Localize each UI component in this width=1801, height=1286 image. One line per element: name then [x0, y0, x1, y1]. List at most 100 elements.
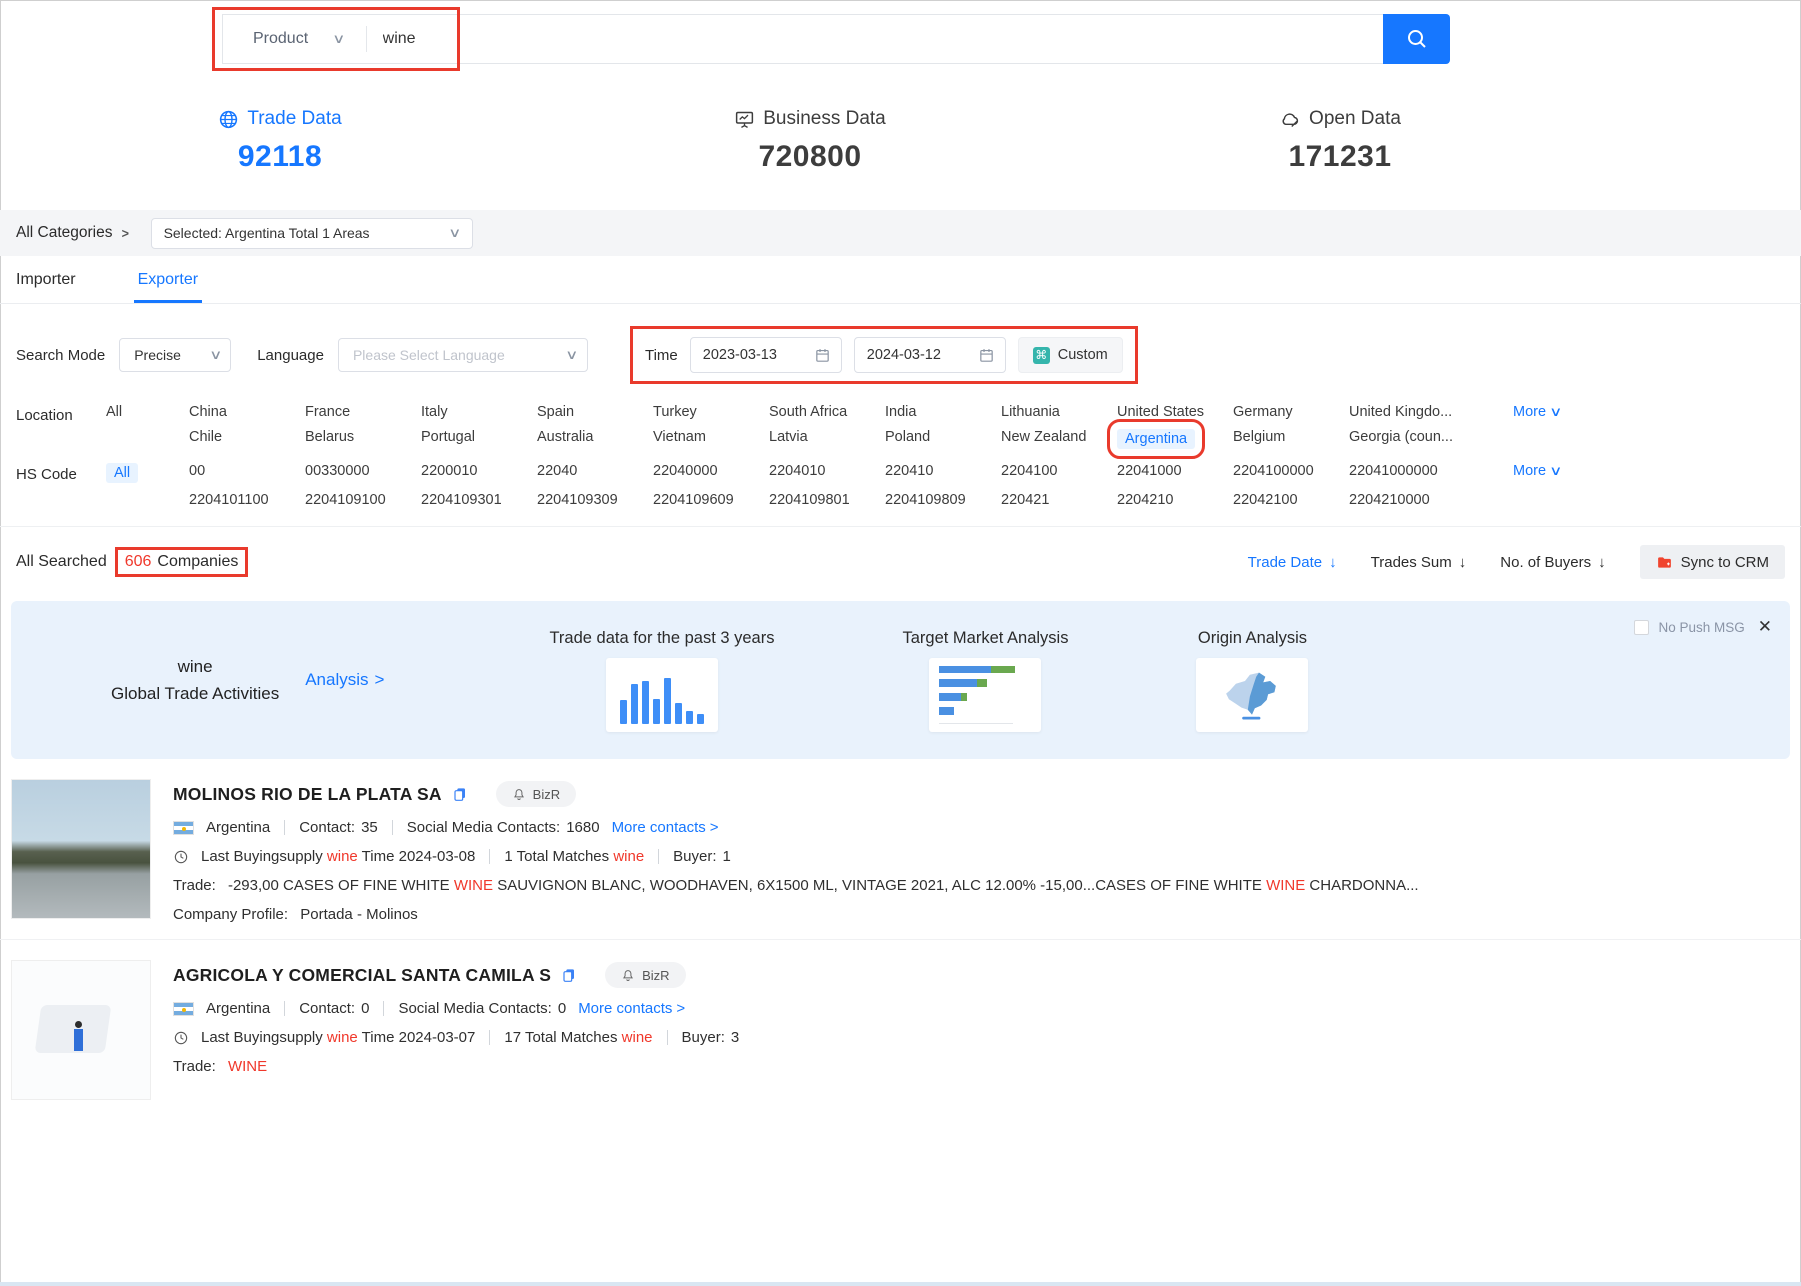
- copy-icon[interactable]: [561, 967, 577, 983]
- location-option[interactable]: Lithuania: [1001, 404, 1117, 420]
- chevron-down-icon: ∨: [209, 347, 222, 363]
- stat-open-data[interactable]: Open Data 171231: [1255, 108, 1425, 174]
- banner-card-target-market[interactable]: Target Market Analysis: [902, 629, 1068, 732]
- hs-code-option[interactable]: 220421: [1001, 492, 1117, 508]
- hs-code-option[interactable]: 2204210000: [1349, 492, 1509, 508]
- location-option[interactable]: Turkey: [653, 404, 769, 420]
- hs-code-option[interactable]: 2204101100: [189, 492, 305, 508]
- stat-trade-data[interactable]: Trade Data 92118: [195, 108, 365, 174]
- hs-code-option[interactable]: 2204109301: [421, 492, 537, 508]
- hs-code-option[interactable]: 00: [189, 463, 305, 479]
- sort-trade-date[interactable]: Trade Date ↓: [1248, 554, 1337, 571]
- banner-card-title: Target Market Analysis: [902, 629, 1068, 648]
- bizr-badge[interactable]: BizR: [605, 962, 685, 988]
- hs-code-option[interactable]: 220410: [885, 463, 1001, 479]
- arrow-down-icon: ↓: [1459, 554, 1467, 571]
- location-filter: Location All China France Italy Spain Tu…: [0, 394, 1801, 453]
- contact-value: 0: [361, 1000, 369, 1017]
- social-value: 1680: [566, 819, 599, 836]
- hs-code-option[interactable]: 2204109609: [653, 492, 769, 508]
- sort-no-of-buyers[interactable]: No. of Buyers ↓: [1500, 554, 1605, 571]
- tab-importer[interactable]: Importer: [16, 256, 76, 303]
- hs-code-more-button[interactable]: More ∨: [1509, 463, 1561, 479]
- search-type-select[interactable]: Product ∨: [223, 30, 366, 48]
- stat-label: Trade Data: [247, 108, 341, 130]
- location-option[interactable]: Australia: [537, 429, 653, 445]
- hs-code-option-all-selected[interactable]: All: [106, 463, 138, 483]
- sort-label: Trade Date: [1248, 554, 1322, 571]
- location-option[interactable]: United Kingdo...: [1349, 404, 1509, 420]
- hs-code-option[interactable]: 22042100: [1233, 492, 1349, 508]
- highlight-box-count: 606 Companies: [115, 547, 249, 577]
- social-value: 0: [558, 1000, 566, 1017]
- company-name[interactable]: AGRICOLA Y COMERCIAL SANTA CAMILA S: [173, 965, 551, 986]
- location-option[interactable]: France: [305, 404, 421, 420]
- location-option[interactable]: Germany: [1233, 404, 1349, 420]
- tab-exporter[interactable]: Exporter: [138, 256, 198, 303]
- chevron-right-icon: >: [375, 670, 385, 690]
- bizr-badge[interactable]: BizR: [496, 781, 576, 807]
- hs-code-option[interactable]: 2204100000: [1233, 463, 1349, 479]
- company-photo[interactable]: [11, 779, 151, 919]
- location-option[interactable]: Georgia (coun...: [1349, 429, 1509, 445]
- company-name[interactable]: MOLINOS RIO DE LA PLATA SA: [173, 784, 442, 805]
- company-country: Argentina: [206, 819, 270, 836]
- location-option[interactable]: Latvia: [769, 429, 885, 445]
- analysis-label: Analysis: [305, 670, 368, 690]
- location-option[interactable]: Spain: [537, 404, 653, 420]
- location-option[interactable]: New Zealand: [1001, 429, 1117, 445]
- no-push-label: No Push MSG: [1658, 620, 1744, 635]
- hs-code-option[interactable]: 2204109309: [537, 492, 653, 508]
- cloud-icon: [1279, 109, 1301, 130]
- location-option[interactable]: All: [106, 404, 189, 420]
- close-icon[interactable]: ✕: [1758, 617, 1772, 637]
- location-option[interactable]: Italy: [421, 404, 537, 420]
- hs-code-option[interactable]: 22040: [537, 463, 653, 479]
- banner-card-origin[interactable]: Origin Analysis: [1196, 629, 1308, 732]
- location-option[interactable]: United States: [1117, 404, 1233, 420]
- date-from-input[interactable]: 2023-03-13: [690, 337, 842, 373]
- location-option[interactable]: Portugal: [421, 429, 537, 445]
- sync-to-crm-button[interactable]: Sync to CRM: [1640, 545, 1785, 579]
- hs-code-option[interactable]: 2204109809: [885, 492, 1001, 508]
- location-option[interactable]: South Africa: [769, 404, 885, 420]
- sort-trades-sum[interactable]: Trades Sum ↓: [1371, 554, 1467, 571]
- selected-areas-dropdown[interactable]: Selected: Argentina Total 1 Areas ∨: [151, 218, 473, 249]
- copy-icon[interactable]: [452, 786, 468, 802]
- search-mode-select[interactable]: Precise ∨: [119, 338, 231, 372]
- no-push-checkbox[interactable]: [1634, 620, 1649, 635]
- location-option[interactable]: Chile: [189, 429, 305, 445]
- hs-code-option[interactable]: 22040000: [653, 463, 769, 479]
- location-option[interactable]: India: [885, 404, 1001, 420]
- company-photo[interactable]: [11, 960, 151, 1100]
- search-button[interactable]: [1383, 14, 1450, 64]
- date-to-input[interactable]: 2024-03-12: [854, 337, 1006, 373]
- all-categories-link[interactable]: All Categories ∨: [16, 224, 129, 242]
- more-contacts-link[interactable]: More contacts >: [612, 819, 719, 836]
- location-option[interactable]: Poland: [885, 429, 1001, 445]
- hs-code-option[interactable]: 00330000: [305, 463, 421, 479]
- hs-code-option[interactable]: 2204010: [769, 463, 885, 479]
- hs-code-option[interactable]: 22041000000: [1349, 463, 1509, 479]
- location-option[interactable]: Belgium: [1233, 429, 1349, 445]
- hs-code-option[interactable]: 2204109100: [305, 492, 421, 508]
- location-option-argentina-selected[interactable]: Argentina: [1117, 429, 1195, 449]
- hs-code-option[interactable]: 22041000: [1117, 463, 1233, 479]
- location-option[interactable]: China: [189, 404, 305, 420]
- location-option[interactable]: Vietnam: [653, 429, 769, 445]
- banner-card-trade-data[interactable]: Trade data for the past 3 years: [549, 629, 774, 732]
- hs-code-option[interactable]: 2204210: [1117, 492, 1233, 508]
- location-more-button[interactable]: More ∨: [1509, 404, 1561, 420]
- more-contacts-link[interactable]: More contacts >: [578, 1000, 685, 1017]
- location-option[interactable]: Belarus: [305, 429, 421, 445]
- stat-business-data[interactable]: Business Data 720800: [725, 108, 895, 174]
- analysis-link[interactable]: Analysis >: [305, 670, 384, 690]
- analysis-banner: wine Global Trade Activities Analysis > …: [11, 601, 1790, 759]
- hs-code-option[interactable]: 2204100: [1001, 463, 1117, 479]
- search-input[interactable]: [367, 15, 1383, 63]
- hs-code-option[interactable]: 2204109801: [769, 492, 885, 508]
- custom-time-button[interactable]: ⌘ Custom: [1018, 337, 1123, 373]
- hs-code-option[interactable]: 2200010: [421, 463, 537, 479]
- hs-code-filter: HS Code All 00 00330000 2200010 22040 22…: [0, 453, 1801, 512]
- language-select[interactable]: Please Select Language ∨: [338, 338, 588, 372]
